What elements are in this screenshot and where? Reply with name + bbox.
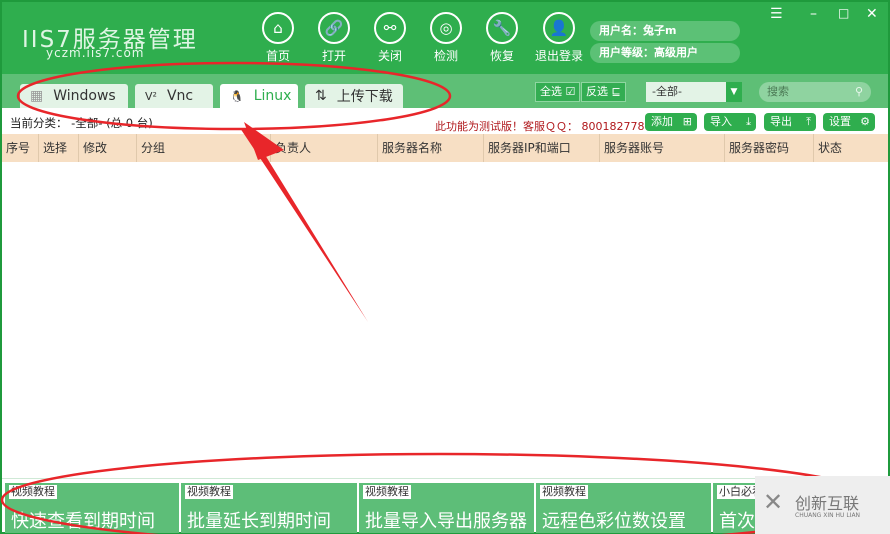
category-select[interactable]: -全部- ▼: [646, 82, 742, 102]
tab-label: Vnc: [166, 88, 194, 104]
minimize-icon[interactable]: –: [810, 6, 817, 22]
col-index: 序号: [6, 141, 31, 155]
nav-label: 首页: [265, 49, 290, 63]
maximize-icon[interactable]: □: [838, 6, 849, 20]
label: 设置: [829, 115, 851, 128]
tile-title: 批量导入导出服务器: [365, 511, 527, 532]
select-value: -全部-: [652, 85, 682, 98]
nav-label: 关闭: [377, 49, 402, 63]
current-category: 当前分类： -全部- (总 0 台): [10, 116, 153, 130]
col-select: 选择: [38, 134, 67, 162]
header: IIS7服务器管理 yczm.iis7.com ⌂ 首页 🔗 打开 ⚯ 关闭 ◎ 检测 …: [2, 2, 888, 74]
nav-logout[interactable]: 👤 退出登录: [528, 12, 590, 64]
chevron-down-icon: ▼: [726, 82, 742, 102]
label: 导入: [710, 115, 732, 128]
search-placeholder: 搜索: [767, 85, 789, 98]
import-icon: ⤓: [746, 115, 751, 128]
export-button[interactable]: 导出 ⤒: [764, 113, 816, 131]
label: 添加: [651, 115, 673, 128]
label: 反选: [586, 85, 608, 98]
tutorial-tile[interactable]: 视频教程快速查看到期时间: [5, 483, 179, 533]
watermark-sub: CHUANG XIN HU LIAN: [795, 512, 861, 519]
tile-tag: 视频教程: [9, 485, 57, 499]
tab-label: 上传下载: [336, 89, 393, 105]
watermark-icon: ✕: [763, 488, 784, 516]
import-button[interactable]: 导入 ⤓: [704, 113, 756, 131]
select-all-button[interactable]: 全选 ☑: [535, 82, 581, 102]
vnc-icon: V²: [145, 89, 157, 103]
tile-tag: 视频教程: [363, 485, 411, 499]
label: 导出: [770, 115, 792, 128]
menu-icon[interactable]: ☰: [770, 6, 783, 22]
nav-label: 退出登录: [534, 49, 583, 63]
home-icon: ⌂: [262, 12, 294, 44]
col-server-ip: 服务器IP和端口: [483, 134, 571, 162]
tab-vnc[interactable]: V² Vnc: [135, 84, 213, 108]
nav-close[interactable]: ⚯ 关闭: [360, 12, 420, 64]
tile-tag: 视频教程: [540, 485, 588, 499]
gear-icon: ⚙: [860, 115, 870, 128]
label: 全选: [540, 85, 562, 98]
nav-open[interactable]: 🔗 打开: [304, 12, 364, 64]
tile-tag: 视频教程: [185, 485, 233, 499]
linux-icon: 🐧: [230, 89, 244, 103]
user-icon: 👤: [543, 12, 575, 44]
tutorial-tile[interactable]: 视频教程远程色彩位数设置: [536, 483, 711, 533]
tab-label: Windows: [53, 88, 116, 104]
tile-title: 快速查看到期时间: [11, 511, 155, 532]
tab-bar: ▦ Windows V² Vnc 🐧 Linux ⇅ 上传下载 全选 ☑ 反选 ⊑ -全…: [2, 74, 888, 108]
close-icon[interactable]: ✕: [866, 6, 878, 22]
tutorial-tile[interactable]: 视频教程批量延长到期时间: [181, 483, 357, 533]
unlink-icon: ⚯: [374, 12, 406, 44]
windows-icon: ▦: [30, 88, 44, 104]
app-window: IIS7服务器管理 yczm.iis7.com ⌂ 首页 🔗 打开 ⚯ 关闭 ◎ 检测 …: [0, 0, 890, 534]
nav-detect[interactable]: ◎ 检测: [416, 12, 476, 64]
link-icon: 🔗: [318, 12, 350, 44]
username: 用户名：兔子m: [590, 21, 740, 41]
add-button[interactable]: 添加 ⊞: [645, 113, 697, 131]
col-server-password: 服务器密码: [724, 134, 789, 162]
col-group: 分组: [136, 134, 165, 162]
notice-text: 此功能为测试版！客服ＱＱ： 800182778: [435, 120, 645, 133]
col-edit: 修改: [78, 134, 107, 162]
settings-button[interactable]: 设置 ⚙: [823, 113, 875, 131]
nav-label: 检测: [433, 49, 458, 63]
wrench-icon: 🔧: [486, 12, 518, 44]
app-subtitle: yczm.iis7.com: [46, 46, 145, 60]
tutorial-tile[interactable]: 视频教程批量导入导出服务器: [359, 483, 534, 533]
tab-windows[interactable]: ▦ Windows: [20, 84, 128, 108]
export-icon: ⤒: [806, 115, 811, 128]
col-status: 状态: [813, 134, 842, 162]
table-header: 序号 选择 修改 分组 负责人 服务器名称 服务器IP和端口 服务器账号 服务器…: [2, 134, 888, 162]
nav-label: 打开: [321, 49, 346, 63]
transfer-icon: ⇅: [315, 88, 327, 104]
watermark-logo: ✕ 创新互联 CHUANG XIN HU LIAN: [755, 476, 890, 534]
nav-restore[interactable]: 🔧 恢复: [472, 12, 532, 64]
user-level: 用户等级：高级用户: [590, 43, 740, 63]
tile-title: 远程色彩位数设置: [542, 511, 686, 532]
col-server-name: 服务器名称: [377, 134, 442, 162]
search-input[interactable]: 搜索 ⚲: [759, 82, 871, 102]
watermark-name: 创新互联: [795, 494, 860, 513]
nav-home[interactable]: ⌂ 首页: [248, 12, 308, 64]
col-server-account: 服务器账号: [599, 134, 664, 162]
col-owner: 负责人: [270, 134, 311, 162]
radar-icon: ◎: [430, 12, 462, 44]
tab-label: Linux: [253, 88, 292, 104]
search-icon: ⚲: [854, 85, 863, 98]
tab-linux[interactable]: 🐧 Linux: [220, 84, 298, 108]
tab-upload-download[interactable]: ⇅ 上传下载: [305, 84, 403, 108]
add-icon: ⊞: [682, 115, 692, 128]
invert-select-button[interactable]: 反选 ⊑: [581, 82, 626, 102]
tile-title: 批量延长到期时间: [187, 511, 331, 532]
nav-label: 恢复: [489, 49, 514, 63]
